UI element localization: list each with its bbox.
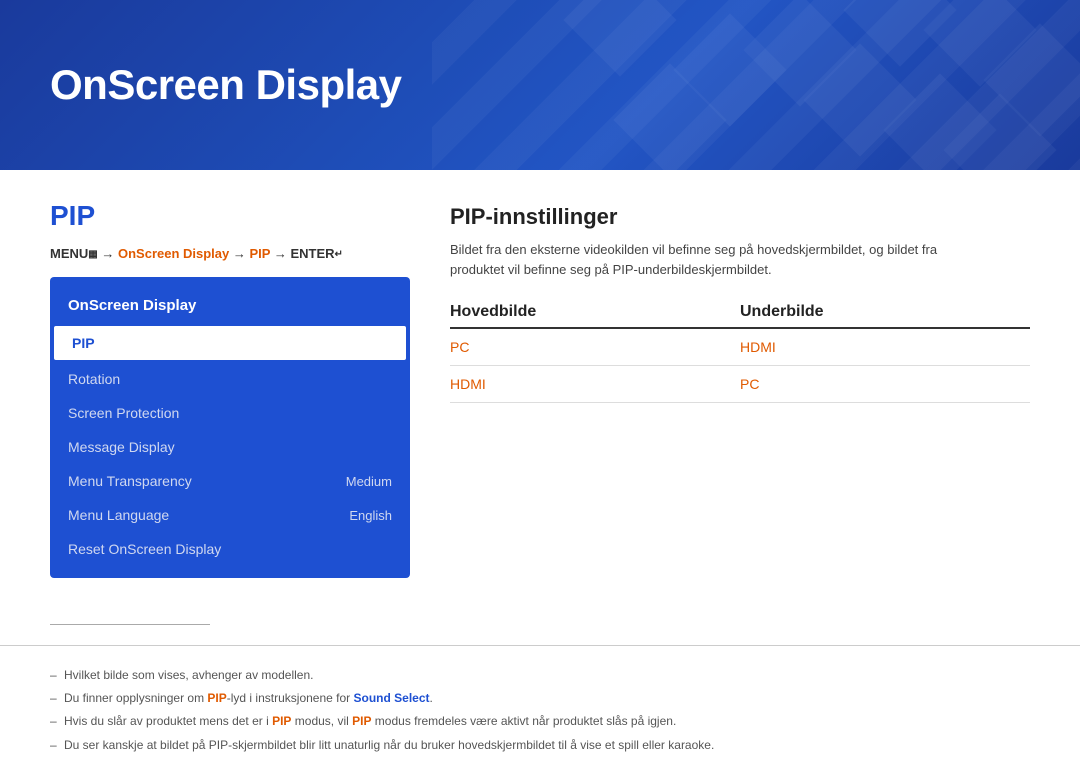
menu-item-menu-language[interactable]: Menu Language English	[50, 498, 410, 532]
menu-item-menu-language-value: English	[349, 508, 392, 523]
menu-header-title: OnScreen Display	[50, 289, 410, 324]
menu-item-menu-transparency-value: Medium	[346, 474, 392, 489]
menu-item-pip-label: PIP	[72, 335, 95, 351]
table-row: HDMI PC	[450, 366, 1030, 403]
menu-item-message-display[interactable]: Message Display	[50, 430, 410, 464]
menu-item-rotation-label: Rotation	[68, 371, 120, 387]
breadcrumb: MENU▦ → OnScreen Display → PIP → ENTER↵	[50, 246, 410, 261]
footer-notes: Hvilket bilde som vises, avhenger av mod…	[0, 645, 1080, 779]
pip-table: Hovedbilde Underbilde PC HDMI HDMI PC	[450, 303, 1030, 403]
pip-highlight-3: PIP	[352, 714, 371, 728]
pip-description: Bildet fra den eksterne videokilden vil …	[450, 240, 980, 279]
menu-item-menu-transparency[interactable]: Menu Transparency Medium	[50, 464, 410, 498]
footer-note-4: Du ser kanskje at bildet på PIP-skjermbi…	[50, 736, 1030, 755]
left-column: PIP MENU▦ → OnScreen Display → PIP → ENT…	[50, 200, 410, 578]
menu-item-reset-onscreen-label: Reset OnScreen Display	[68, 541, 221, 557]
page-title: OnScreen Display	[50, 61, 401, 109]
breadcrumb-sep2: →	[233, 246, 250, 261]
menu-item-menu-transparency-label: Menu Transparency	[68, 473, 192, 489]
table-row2-col1: HDMI	[450, 376, 740, 392]
right-column: PIP-innstillinger Bildet fra den ekstern…	[450, 200, 1030, 578]
sound-select-highlight: Sound Select	[354, 691, 430, 705]
header-banner: OnScreen Display	[0, 0, 1080, 170]
table-row: PC HDMI	[450, 329, 1030, 366]
pip-section-title: PIP	[50, 200, 410, 232]
table-header-col2: Underbilde	[740, 303, 1030, 321]
pip-highlight-2: PIP	[272, 714, 291, 728]
main-content: PIP MENU▦ → OnScreen Display → PIP → ENT…	[0, 170, 1080, 608]
decorative-pattern	[500, 0, 1080, 170]
menu-item-message-display-label: Message Display	[68, 439, 175, 455]
breadcrumb-sep1: →	[101, 246, 118, 261]
menu-item-rotation[interactable]: Rotation	[50, 362, 410, 396]
table-row1-col1: PC	[450, 339, 740, 355]
footer-note-1: Hvilket bilde som vises, avhenger av mod…	[50, 666, 1030, 685]
table-header: Hovedbilde Underbilde	[450, 303, 1030, 329]
menu-item-pip[interactable]: PIP	[54, 326, 406, 360]
menu-item-menu-language-label: Menu Language	[68, 507, 169, 523]
divider	[50, 624, 210, 625]
breadcrumb-sep3: → ENTER	[274, 246, 335, 261]
breadcrumb-onscreen-link[interactable]: OnScreen Display	[118, 246, 229, 261]
table-row1-col2: HDMI	[740, 339, 1030, 355]
pip-highlight: PIP	[207, 691, 226, 705]
onscreen-display-menu: OnScreen Display PIP Rotation Screen Pro…	[50, 277, 410, 578]
menu-item-screen-protection-label: Screen Protection	[68, 405, 179, 421]
menu-item-screen-protection[interactable]: Screen Protection	[50, 396, 410, 430]
pip-settings-title: PIP-innstillinger	[450, 204, 1030, 230]
breadcrumb-pip-link[interactable]: PIP	[250, 246, 271, 261]
menu-item-reset-onscreen[interactable]: Reset OnScreen Display	[50, 532, 410, 566]
footer-note-3: Hvis du slår av produktet mens det er i …	[50, 712, 1030, 731]
footer-note-2: Du finner opplysninger om PIP-lyd i inst…	[50, 689, 1030, 708]
breadcrumb-menu-icon: ▦	[88, 249, 97, 260]
breadcrumb-enter-icon: ↵	[335, 249, 343, 260]
breadcrumb-menu: MENU	[50, 246, 88, 261]
table-row2-col2: PC	[740, 376, 1030, 392]
table-header-col1: Hovedbilde	[450, 303, 740, 321]
